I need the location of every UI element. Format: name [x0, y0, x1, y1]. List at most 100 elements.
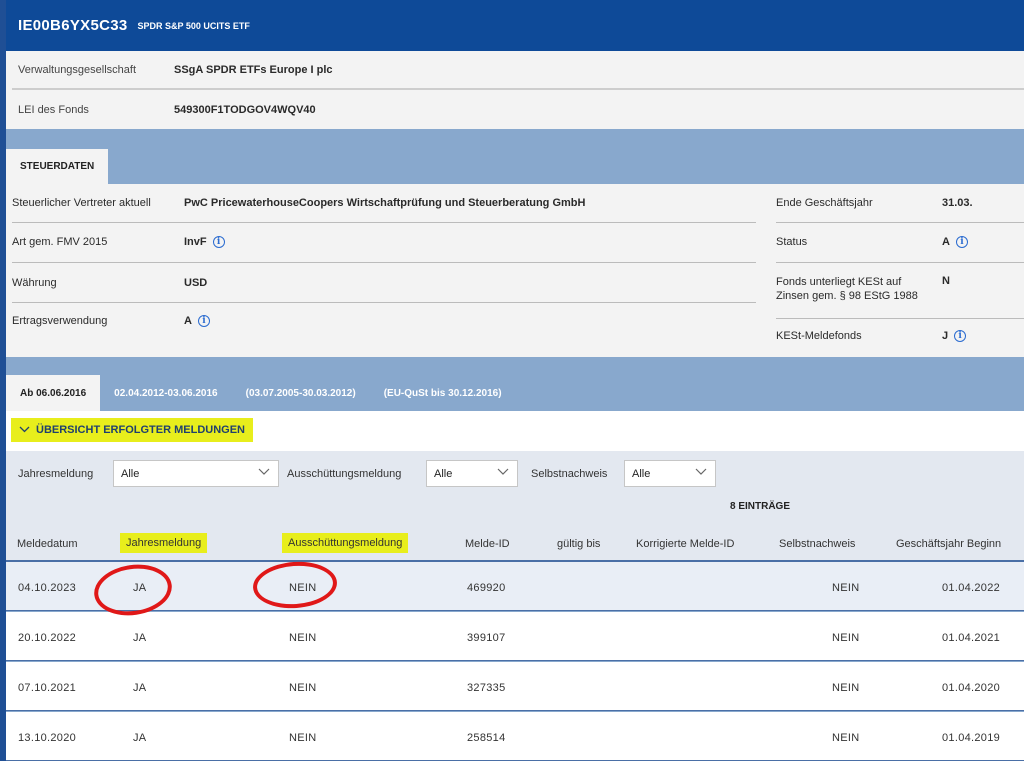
uebersicht-label: ÜBERSICHT ERFOLGTER MELDUNGEN	[36, 424, 245, 436]
cell-melde-id: 399107	[467, 632, 506, 644]
fund-header: IE00B6YX5C33 SPDR S&P 500 UCITS ETF	[6, 0, 1024, 51]
chevron-down-icon	[19, 425, 30, 436]
ausschuettung-select[interactable]: Alle	[426, 460, 518, 487]
info-value: 549300F1TODGOV4WQV40	[174, 103, 316, 116]
table-row[interactable]: 07.10.2021 JA NEIN 327335 NEIN 01.04.202…	[6, 662, 1024, 711]
col-melde-id[interactable]: Melde-ID	[465, 538, 510, 550]
steuer-label: Ertragsverwendung	[12, 315, 108, 327]
info-label: LEI des Fonds	[18, 103, 89, 116]
cell-meldedatum: 07.10.2021	[18, 682, 77, 694]
filter-label-ausschuettung: Ausschüttungsmeldung	[287, 468, 402, 480]
cell-gj-beginn: 01.04.2022	[942, 582, 1001, 594]
steuer-value: InvF	[184, 236, 207, 248]
col-geschaeftsjahr-beginn[interactable]: Geschäftsjahr Beginn	[896, 538, 1001, 550]
tab-period-current[interactable]: Ab 06.06.2016	[6, 375, 101, 411]
steuer-row-kest-zinsen: Fonds unterliegt KESt auf Zinsen gem. § …	[776, 275, 950, 303]
uebersicht-toggle[interactable]: ÜBERSICHT ERFOLGTER MELDUNGEN	[11, 418, 253, 442]
table-header: Meldedatum Jahresmeldung Ausschüttungsme…	[6, 526, 1024, 562]
col-ausschuettungsmeldung[interactable]: Ausschüttungsmeldung	[282, 533, 409, 553]
cell-ausschuettung: NEIN	[289, 732, 317, 744]
col-selbstnachweis[interactable]: Selbstnachweis	[779, 538, 855, 550]
info-row-lei: LEI des Fonds 549300F1TODGOV4WQV40	[12, 90, 1024, 129]
steuer-value: N	[942, 275, 950, 287]
fund-info-panel: Verwaltungsgesellschaft SSgA SPDR ETFs E…	[6, 51, 1024, 129]
steuer-value: A	[184, 315, 192, 327]
table-row[interactable]: 13.10.2020 JA NEIN 258514 NEIN 01.04.201…	[6, 712, 1024, 761]
selbstnachweis-select[interactable]: Alle	[624, 460, 716, 487]
filter-bar: Jahresmeldung Alle Ausschüttungsmeldung …	[6, 451, 1024, 526]
cell-ausschuettung: NEIN	[289, 682, 317, 694]
divider	[776, 222, 1024, 223]
chevron-down-icon	[497, 467, 509, 479]
steuer-tabbar: STEUERDATEN	[6, 149, 1024, 184]
period-tabs: Ab 06.06.2016 02.04.2012-03.06.2016 (03.…	[6, 375, 516, 411]
jahresmeldung-select[interactable]: Alle	[113, 460, 279, 487]
steuer-label: KESt-Meldefonds	[776, 330, 862, 342]
cell-jahresmeldung: JA	[133, 632, 147, 644]
divider	[776, 262, 1024, 263]
select-value: Alle	[434, 467, 453, 480]
steuer-value: USD	[184, 277, 208, 289]
cell-selbstnachweis: NEIN	[832, 582, 860, 594]
cell-gj-beginn: 01.04.2020	[942, 682, 1001, 694]
cell-ausschuettung: NEIN	[289, 632, 317, 644]
steuer-label: Währung	[12, 277, 57, 289]
steuer-row-waehrung: Währung USD	[12, 277, 207, 289]
tab-period-2005-2012[interactable]: (03.07.2005-30.03.2012)	[232, 375, 370, 411]
cell-selbstnachweis: NEIN	[832, 632, 860, 644]
steuer-label: Steuerlicher Vertreter aktuell	[12, 197, 151, 209]
info-label: Verwaltungsgesellschaft	[18, 63, 137, 76]
steuer-label: Ende Geschäftsjahr	[776, 197, 873, 209]
steuerdaten-panel: Steuerlicher Vertreter aktuell PwC Price…	[6, 184, 1024, 357]
cell-jahresmeldung: JA	[133, 682, 147, 694]
tab-steuerdaten[interactable]: STEUERDATEN	[6, 149, 109, 184]
select-value: Alle	[121, 467, 140, 480]
cell-selbstnachweis: NEIN	[832, 682, 860, 694]
col-korrigierte-melde-id[interactable]: Korrigierte Melde-ID	[636, 538, 734, 550]
cell-selbstnachweis: NEIN	[832, 732, 860, 744]
steuer-label: Fonds unterliegt KESt auf Zinsen gem. § …	[776, 276, 918, 302]
filter-label-selbstnachweis: Selbstnachweis	[531, 468, 608, 480]
divider	[12, 222, 756, 223]
col-meldedatum[interactable]: Meldedatum	[17, 538, 78, 550]
steuer-row-ertrag: Ertragsverwendung A i	[12, 315, 210, 327]
info-icon[interactable]: i	[954, 330, 967, 342]
cell-meldedatum: 04.10.2023	[18, 582, 77, 594]
cell-meldedatum: 13.10.2020	[18, 732, 77, 744]
info-icon[interactable]: i	[197, 315, 210, 327]
info-icon[interactable]: i	[212, 236, 225, 248]
steuer-value: PwC PricewaterhouseCoopers Wirtschaftprü…	[184, 197, 586, 209]
steuer-value: A	[942, 236, 950, 248]
tab-period-2012-2016[interactable]: 02.04.2012-03.06.2016	[100, 375, 231, 411]
info-value: SSgA SPDR ETFs Europe I plc	[174, 63, 333, 76]
spacer	[6, 129, 1024, 149]
col-gueltig-bis[interactable]: gültig bis	[557, 538, 600, 550]
cell-melde-id: 258514	[467, 732, 506, 744]
select-value: Alle	[632, 467, 651, 480]
info-icon[interactable]: i	[955, 236, 968, 248]
steuer-row-ende-gj: Ende Geschäftsjahr 31.03.	[776, 197, 973, 209]
cell-melde-id: 469920	[467, 582, 506, 594]
cell-jahresmeldung: JA	[133, 732, 147, 744]
entry-count: 8 EINTRÄGE	[730, 501, 791, 512]
steuer-row-kest-meldefonds: KESt-Meldefonds J i	[776, 330, 967, 342]
col-jahresmeldung[interactable]: Jahresmeldung	[120, 533, 208, 553]
steuer-value: J	[942, 330, 949, 342]
divider	[12, 302, 756, 303]
cell-gj-beginn: 01.04.2019	[942, 732, 1001, 744]
steuer-label: Status	[776, 236, 808, 248]
fund-isin: IE00B6YX5C33	[18, 17, 128, 34]
filter-label-jahresmeldung: Jahresmeldung	[18, 468, 94, 480]
steuer-label: Art gem. FMV 2015	[12, 236, 108, 248]
divider	[12, 262, 756, 263]
cell-meldedatum: 20.10.2022	[18, 632, 77, 644]
table-row[interactable]: 20.10.2022 JA NEIN 399107 NEIN 01.04.202…	[6, 612, 1024, 661]
steuer-value: 31.03.	[942, 197, 973, 209]
divider	[776, 318, 1024, 319]
steuer-row-art: Art gem. FMV 2015 InvF i	[12, 236, 225, 248]
cell-gj-beginn: 01.04.2021	[942, 632, 1001, 644]
chevron-down-icon	[695, 467, 707, 479]
steuer-row-vertreter: Steuerlicher Vertreter aktuell PwC Price…	[12, 197, 585, 209]
tab-period-eu-qust[interactable]: (EU-QuSt bis 30.12.2016)	[370, 375, 516, 411]
cell-melde-id: 327335	[467, 682, 506, 694]
